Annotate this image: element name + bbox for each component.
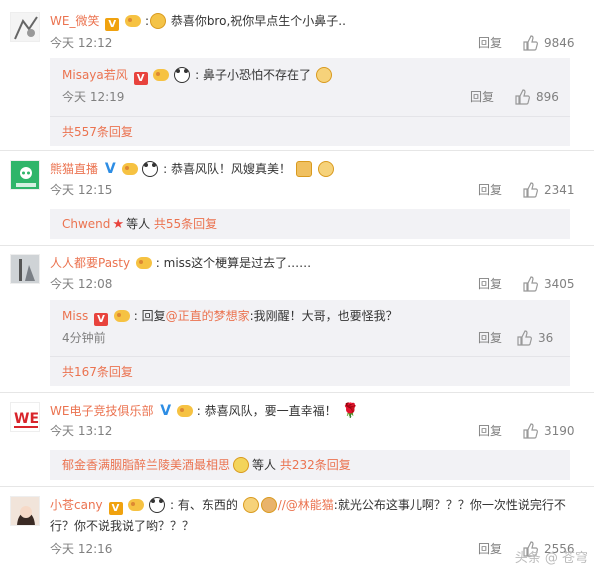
like-count: 3190 (544, 424, 575, 438)
reply-button[interactable]: 回复 (478, 423, 502, 439)
verified-badge-icon: V (133, 72, 148, 85)
panda-icon (174, 67, 191, 83)
timestamp: 4分钟前 (62, 331, 106, 345)
comment-line: WE_微笑 V : 恭喜你bro,祝你早点生个小鼻子.. (50, 13, 346, 31)
avatar[interactable]: WE (10, 402, 40, 432)
more-replies-link[interactable]: 共557条回复 (50, 116, 570, 146)
username[interactable]: WE电子竞技俱乐部 (50, 404, 153, 418)
timestamp: 今天 13:12 (50, 424, 113, 438)
emoji-icon (149, 13, 166, 29)
panda-icon (149, 497, 166, 513)
reply-button[interactable]: 回复 (470, 89, 494, 105)
timestamp: 今天 12:12 (50, 36, 113, 50)
verified-badge-icon: V (105, 18, 120, 31)
watermark: 头条 @ 苍穹 (514, 551, 588, 566)
username[interactable]: WE_微笑 (50, 14, 99, 28)
reply-button[interactable]: 回复 (478, 35, 502, 51)
emoji-icon (315, 67, 332, 83)
level-icon (121, 163, 138, 175)
verified-badge-icon: V (94, 313, 109, 326)
crown-icon (233, 457, 250, 473)
reply-button[interactable]: 回复 (478, 330, 502, 346)
more-replies-link[interactable]: 共167条回复 (50, 356, 570, 386)
username[interactable]: 郁金香满胭脂醉兰陵美酒最相思 (62, 458, 230, 472)
divider (0, 150, 594, 151)
divider (0, 245, 594, 246)
reply-button[interactable]: 回复 (478, 276, 502, 292)
comment-line: WE电子竞技俱乐部 V : 恭喜风队，要一直幸福！ 🌹 (50, 403, 359, 419)
comment-text: 恭喜风队！风嫂真美！ (171, 162, 292, 176)
emoji-icon (242, 497, 259, 513)
thumbs-up-icon (515, 89, 530, 105)
star-icon: ★ (112, 217, 125, 232)
timestamp: 今天 12:16 (50, 542, 113, 556)
level-icon (135, 257, 152, 269)
timestamp: 今天 12:15 (50, 183, 113, 197)
like-button[interactable]: 36 (516, 330, 553, 346)
like-button[interactable]: 896 (514, 89, 559, 105)
thumbs-up-icon (523, 182, 538, 198)
like-button[interactable]: 2341 (522, 182, 575, 198)
panda-icon (142, 161, 159, 177)
comment-text: 恭喜风队，要一直幸福！ (204, 404, 337, 418)
like-button[interactable]: 3190 (522, 423, 575, 439)
thumbs-up-icon (517, 330, 532, 346)
reply-button[interactable]: 回复 (478, 541, 502, 557)
username[interactable]: 熊猫直播 (50, 162, 98, 176)
svg-text:WE: WE (14, 411, 39, 427)
sub-reply-line: Miss V : 回复@正直的梦想家:我刚醒！大哥，也要怪我？ (62, 309, 398, 326)
username[interactable]: Chwend (62, 217, 110, 231)
timestamp: 今天 12:08 (50, 277, 113, 291)
level-icon (153, 69, 170, 81)
rose-icon: 🌹 (341, 403, 359, 419)
verified-badge-icon: V (108, 502, 123, 515)
like-count: 36 (538, 331, 554, 345)
comment-line: 人人都要Pasty : miss这个梗算是过去了…… (50, 256, 312, 270)
username[interactable]: Miss (62, 309, 88, 323)
thumbs-up-icon (523, 35, 538, 51)
more-replies-link[interactable]: Chwend ★ 等人 共55条回复 (50, 209, 570, 239)
like-button[interactable]: 9846 (522, 35, 575, 51)
divider (0, 486, 594, 487)
comment-line-continued: 行？你不说我说了哟？？？ (50, 519, 195, 533)
reply-text: 鼻子小恐怕不存在了 (202, 68, 311, 82)
avatar[interactable] (10, 160, 40, 190)
comment-text: miss这个梗算是过去了…… (163, 256, 312, 270)
avatar[interactable] (10, 12, 40, 42)
more-replies-link[interactable]: 郁金香满胭脂醉兰陵美酒最相思 等人 共232条回复 (50, 450, 570, 480)
mention-link[interactable]: @正直的梦想家 (166, 309, 250, 323)
timestamp: 今天 12:19 (62, 90, 125, 104)
thumbs-up-icon (523, 276, 538, 292)
like-count: 3405 (544, 277, 575, 291)
like-count: 9846 (544, 36, 575, 50)
reply-button[interactable]: 回复 (478, 182, 502, 198)
level-icon (125, 15, 142, 27)
like-button[interactable]: 3405 (522, 276, 575, 292)
like-count: 896 (536, 90, 559, 104)
avatar[interactable] (10, 254, 40, 284)
comment-line: 小苍cany V : 有、东西的 //@林能猫:就光公布这事儿啊？？？你一次性说… (50, 497, 566, 515)
level-icon (176, 405, 193, 417)
verified-v-icon: V (104, 161, 116, 177)
comment-text: 有、东西的 (177, 498, 238, 512)
cat-icon (260, 497, 277, 513)
comment-text: 恭喜你bro,祝你早点生个小鼻子.. (170, 14, 346, 28)
sub-reply-line: Misaya若风 V : 鼻子小恐怕不存在了 (62, 66, 333, 85)
level-icon (128, 499, 145, 511)
divider (0, 392, 594, 393)
thumbs-up-icon (523, 423, 538, 439)
username[interactable]: Misaya若风 (62, 68, 128, 82)
like-count: 2341 (544, 183, 575, 197)
username[interactable]: 人人都要Pasty (50, 256, 130, 270)
level-icon (113, 310, 130, 322)
mention-link[interactable]: //@林能猫 (278, 498, 334, 512)
verified-v-icon: V (160, 403, 172, 419)
emoji-icon (317, 161, 334, 177)
reply-text: :我刚醒！大哥，也要怪我？ (249, 309, 398, 323)
avatar[interactable] (10, 496, 40, 526)
comment-line: 熊猫直播 V : 恭喜风队！风嫂真美！ (50, 160, 335, 178)
thumbs-up-emoji-icon (295, 161, 312, 177)
username[interactable]: 小苍cany (50, 498, 103, 512)
